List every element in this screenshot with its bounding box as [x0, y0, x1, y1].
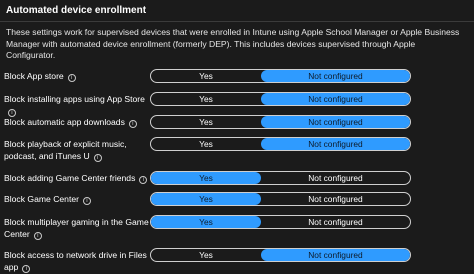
yes-not-configured-toggle: Yes Not configured [150, 192, 411, 206]
info-icon[interactable]: i [33, 231, 42, 240]
setting-label: Block Game Center i [4, 194, 150, 206]
info-icon[interactable]: i [8, 108, 16, 117]
yes-not-configured-toggle: Yes Not configured [150, 171, 411, 185]
toggle-option-not-configured[interactable]: Not configured [261, 193, 410, 205]
info-icon[interactable]: i [22, 264, 31, 273]
setting-label: Block playback of explicit music, podcas… [4, 139, 127, 162]
toggle-option-not-configured[interactable]: Not configured [261, 216, 410, 228]
toggle-option-not-configured[interactable]: Not configured [261, 70, 410, 82]
toggle-option-yes[interactable]: Yes [151, 138, 261, 150]
setting-label: Block automatic app downloads i [4, 117, 150, 129]
toggle-option-yes[interactable]: Yes [151, 216, 261, 228]
toggle-option-not-configured[interactable]: Not configured [261, 172, 410, 184]
info-icon[interactable]: i [93, 153, 102, 162]
toggle-option-not-configured[interactable]: Not configured [261, 93, 410, 105]
info-icon[interactable]: i [139, 176, 148, 184]
ade-settings-page: Automated device enrollment These settin… [0, 0, 474, 274]
toggle-option-yes[interactable]: Yes [151, 116, 261, 128]
setting-label: Block access to network drive in Files a… [4, 250, 147, 273]
yes-not-configured-toggle: Yes Not configured [150, 137, 411, 151]
toggle-option-yes[interactable]: Yes [151, 193, 261, 205]
yes-not-configured-toggle: Yes Not configured [150, 248, 411, 262]
toggle-option-not-configured[interactable]: Not configured [261, 249, 410, 261]
toggle-option-yes[interactable]: Yes [151, 172, 261, 184]
section-header: Automated device enrollment [0, 0, 474, 22]
yes-not-configured-toggle: Yes Not configured [150, 92, 411, 106]
toggle-option-yes[interactable]: Yes [151, 93, 261, 105]
yes-not-configured-toggle: Yes Not configured [150, 215, 411, 229]
section-title: Automated device enrollment [6, 5, 147, 16]
toggle-option-not-configured[interactable]: Not configured [261, 116, 410, 128]
toggle-option-yes[interactable]: Yes [151, 70, 261, 82]
yes-not-configured-toggle: Yes Not configured [150, 69, 411, 83]
yes-not-configured-toggle: Yes Not configured [150, 115, 411, 129]
toggle-option-not-configured[interactable]: Not configured [261, 138, 410, 150]
setting-label: Block installing apps using App Storei [4, 94, 145, 117]
toggle-option-yes[interactable]: Yes [151, 249, 261, 261]
section-description: These settings work for supervised devic… [6, 27, 460, 60]
info-icon[interactable]: i [128, 120, 137, 128]
info-icon[interactable]: i [67, 74, 76, 82]
setting-label: Block multiplayer gaming in the Game Cen… [4, 217, 149, 240]
setting-label: Block adding Game Center friends i [4, 173, 150, 185]
setting-label: Block App store i [4, 71, 150, 83]
info-icon[interactable]: i [83, 197, 91, 205]
